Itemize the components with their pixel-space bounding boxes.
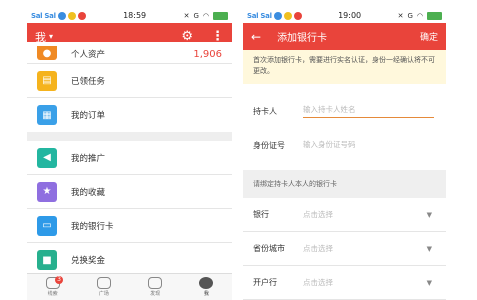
gift-icon: ■ <box>37 250 57 270</box>
select-value: 点击选择 <box>303 210 333 219</box>
tab-label: 发现 <box>150 291 161 297</box>
notice-banner: 首次添加银行卡，需要进行实名认证，身份一经确认将不可更改。 <box>243 50 446 84</box>
page-title: 添加银行卡 <box>277 33 328 44</box>
list-item-label: 个人资产 <box>71 50 106 60</box>
assets-value: 1,906 <box>193 49 222 60</box>
select-value: 点击选择 <box>303 244 333 253</box>
id-number-input[interactable]: 输入身份证号码 <box>303 139 434 152</box>
clock: 18:59 <box>123 11 147 20</box>
avatar-icon <box>199 277 214 289</box>
carrier-label: Sal Sal <box>31 11 56 20</box>
list-item-promotion[interactable]: ◀ 我的推广 <box>27 141 232 175</box>
list-item-assets[interactable]: ● 个人资产 1,906 <box>27 42 232 64</box>
chevron-down-icon: ▼ <box>426 278 432 287</box>
tab-me[interactable]: 我 <box>181 274 232 300</box>
app-icon <box>283 11 292 20</box>
carrier-label: Sal Sal <box>247 11 272 20</box>
branch-select-row[interactable]: 开户行 点击选择 ▼ <box>243 266 446 300</box>
clock: 19:00 <box>338 11 362 20</box>
select-value: 点击选择 <box>303 278 333 287</box>
list-item-label: 我的推广 <box>71 153 106 164</box>
wifi-icon: ◠ <box>416 11 423 20</box>
id-row: 身份证号 输入身份证号码 <box>243 128 446 162</box>
menu-list: ● 个人资产 1,906 ▤ 已领任务 ▦ 我的订单 <box>27 42 232 132</box>
tab-square[interactable]: 广场 <box>78 274 129 300</box>
list-item-label: 兑换奖金 <box>71 256 106 266</box>
battery-icon <box>213 11 228 20</box>
tab-label: 我 <box>203 291 209 297</box>
section-hint: 请绑定持卡人本人的银行卡 <box>243 170 446 198</box>
card-icon: ▭ <box>37 215 57 236</box>
province-city-select-row[interactable]: 省份城市 点击选择 ▼ <box>243 232 446 266</box>
list-item-label: 我的收藏 <box>71 187 106 198</box>
profile-screen: Sal Sal 18:59 ✕ G ◠ 我 ▾ ⚙ ⋮ ● 个人资产 1,906… <box>27 8 232 300</box>
tab-clues[interactable]: 线索 3 <box>27 274 78 300</box>
app-icon <box>293 11 302 20</box>
tab-label: 线索 <box>47 291 58 297</box>
holder-name-input[interactable]: 输入持卡人姓名 <box>303 104 434 118</box>
holder-label: 持卡人 <box>253 106 277 116</box>
confirm-button[interactable]: 确定 <box>420 30 438 43</box>
back-arrow-icon[interactable]: ← <box>251 30 261 44</box>
list-item-tasks[interactable]: ▤ 已领任务 <box>27 64 232 98</box>
basket-icon: ▦ <box>37 105 57 125</box>
app-icon <box>77 11 86 20</box>
app-icon <box>57 11 66 20</box>
bank-select-row[interactable]: 银行 点击选择 ▼ <box>243 198 446 232</box>
status-bar: Sal Sal 18:59 ✕ G ◠ <box>27 8 232 23</box>
mute-icon: ✕ <box>183 11 190 20</box>
list-item-redeem[interactable]: ■ 兑换奖金 <box>27 243 232 277</box>
battery-icon <box>427 11 442 20</box>
wifi-icon: ◠ <box>202 11 209 20</box>
select-label: 银行 <box>253 210 269 219</box>
network-label: G <box>407 11 413 20</box>
chevron-down-icon[interactable]: ▾ <box>49 32 53 41</box>
status-bar: Sal Sal 19:00 ✕ G ◠ <box>243 8 446 23</box>
notification-badge: 3 <box>55 276 63 284</box>
tab-bar: 线索 3 广场 发现 我 <box>27 273 232 300</box>
app-icon <box>67 11 76 20</box>
discover-icon <box>148 277 163 289</box>
plaza-icon <box>96 277 111 289</box>
list-item-label: 我的银行卡 <box>71 221 114 232</box>
select-label: 省份城市 <box>253 244 285 253</box>
list-item-bank-cards[interactable]: ▭ 我的银行卡 <box>27 209 232 243</box>
divider <box>27 132 232 141</box>
list-item-orders[interactable]: ▦ 我的订单 <box>27 98 232 132</box>
coin-icon: ● <box>37 46 57 60</box>
tab-discover[interactable]: 发现 <box>130 274 181 300</box>
mute-icon: ✕ <box>397 11 404 20</box>
holder-row: 持卡人 输入持卡人姓名 <box>243 94 446 128</box>
list-item-label: 我的订单 <box>71 111 106 121</box>
app-bar: ← 添加银行卡 确定 <box>243 23 446 50</box>
add-bank-card-screen: Sal Sal 19:00 ✕ G ◠ ← 添加银行卡 确定 首次添加银行卡，需… <box>243 8 446 300</box>
network-label: G <box>193 11 199 20</box>
chevron-down-icon: ▼ <box>426 210 432 219</box>
star-icon: ★ <box>37 181 57 202</box>
list-item-label: 已领任务 <box>71 76 106 87</box>
tab-label: 广场 <box>98 291 109 297</box>
id-label: 身份证号 <box>253 140 285 150</box>
select-label: 开户行 <box>253 278 277 287</box>
task-icon: ▤ <box>37 70 57 91</box>
list-item-favorites[interactable]: ★ 我的收藏 <box>27 175 232 209</box>
chevron-down-icon: ▼ <box>426 244 432 253</box>
app-icon <box>273 11 282 20</box>
megaphone-icon: ◀ <box>37 147 57 168</box>
